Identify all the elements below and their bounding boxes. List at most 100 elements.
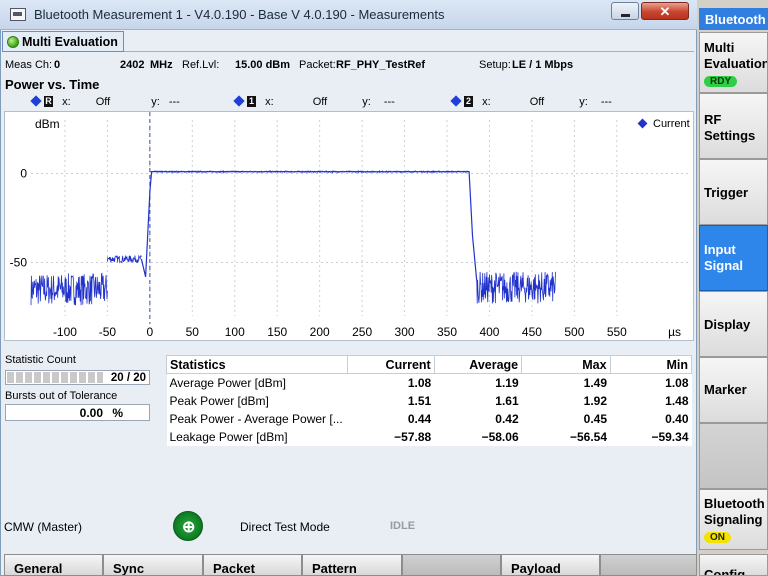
statistic-count-label: Statistic Count [5, 354, 76, 366]
marker-y-label: y: [579, 96, 588, 108]
chart-title: Power vs. Time [5, 77, 100, 92]
stats-cell: 0.40 [610, 409, 692, 428]
marker-x-value: Off [529, 96, 545, 108]
softkey-rf-settings[interactable]: RF Settings [699, 93, 768, 159]
marker-y-label: y: [151, 96, 160, 108]
marker-y-value: --- [168, 96, 180, 108]
softkey-label: Input Signal [704, 242, 744, 273]
stats-cell: −57.88 [347, 427, 435, 446]
softkey-payload[interactable]: Payload [501, 554, 600, 576]
x-tick-label: 300 [395, 325, 415, 339]
tab-multi-evaluation[interactable]: Multi Evaluation [2, 31, 124, 52]
legend-label: Current [653, 118, 690, 130]
y-tick-label: 0 [20, 166, 27, 180]
marker-r[interactable]: R x: Off y: --- [30, 95, 180, 108]
softkey-config[interactable]: Config [699, 554, 768, 576]
close-button[interactable]: ✕ [641, 2, 689, 20]
stats-cell: 1.61 [434, 391, 522, 410]
x-tick-label: 50 [186, 325, 200, 339]
bursts-tolerance-box: 0.00 % [5, 404, 150, 421]
softkey-empty[interactable] [600, 554, 697, 576]
stats-header: Average [433, 355, 523, 374]
ref-level-value: 15.00 dBm [235, 59, 291, 71]
statistics-table: Statistics Current Average Max Min Avera… [166, 355, 693, 446]
marker-badge: 1 [247, 96, 256, 107]
stats-header: Statistics [166, 355, 348, 374]
bursts-tolerance-unit: % [112, 406, 123, 420]
softkey-marker[interactable]: Marker [699, 357, 768, 423]
title-bar[interactable]: Bluetooth Measurement 1 - V4.0.190 - Bas… [0, 0, 697, 30]
stats-cell: 1.48 [610, 391, 692, 410]
marker-2[interactable]: 2 x: Off y: --- [450, 95, 612, 108]
window-title: Bluetooth Measurement 1 - V4.0.190 - Bas… [34, 7, 445, 22]
softkey-display[interactable]: Display [699, 291, 768, 357]
stats-cell: Peak Power [dBm] [166, 391, 348, 410]
marker-x-label: x: [62, 96, 71, 108]
softkey-general[interactable]: General [4, 554, 103, 576]
app-window-icon [10, 8, 26, 21]
stats-header: Current [346, 355, 435, 374]
stats-cell: Average Power [dBm] [166, 373, 348, 392]
table-row: Leakage Power [dBm] −57.88 −58.06 −56.54… [166, 427, 692, 446]
statistic-count-value: 20 / 20 [110, 372, 146, 384]
softkey-multi-evaluation[interactable]: Multi Evaluation RDY [699, 32, 768, 93]
stats-cell: −58.06 [434, 427, 522, 446]
x-tick-label: -100 [53, 325, 77, 339]
x-tick-label: -50 [99, 325, 117, 339]
ref-level-label: Ref.Lvl: [182, 59, 220, 71]
instrument-role: CMW (Master) [4, 520, 82, 534]
chart-canvas: -100 -50 0 50 100 150 200 250 300 350 400 450 500 550… [10, 112, 690, 339]
stats-cell: 1.49 [521, 373, 611, 392]
marker-1[interactable]: 1 x: Off y: --- [233, 95, 395, 108]
on-badge: ON [704, 532, 731, 543]
x-tick-label: 150 [267, 325, 287, 339]
table-row: Peak Power - Average Power [... 0.44 0.4… [166, 409, 692, 428]
legend-marker-icon [637, 118, 648, 129]
tab-label: Multi Evaluation [22, 35, 118, 49]
x-tick-label: 200 [310, 325, 330, 339]
softkey-trigger[interactable]: Trigger [699, 159, 768, 225]
table-row: Peak Power [dBm] 1.51 1.61 1.92 1.48 [166, 391, 692, 410]
stats-cell: −59.34 [610, 427, 692, 446]
close-icon: ✕ [659, 4, 671, 19]
stats-cell: 1.19 [434, 373, 522, 392]
table-row: Average Power [dBm] 1.08 1.19 1.49 1.08 [166, 373, 692, 392]
softkey-empty[interactable] [402, 554, 501, 576]
x-tick-label: 500 [564, 325, 584, 339]
meas-ch-label: Meas Ch: [5, 59, 53, 71]
stats-cell: 0.44 [347, 409, 435, 428]
stats-cell: Leakage Power [dBm] [166, 427, 348, 446]
marker-diamond-icon [233, 95, 245, 107]
status-led-icon [7, 36, 19, 48]
softkey-sync[interactable]: Sync [103, 554, 203, 576]
minimize-icon [621, 14, 630, 17]
softkey-pattern[interactable]: Pattern [302, 554, 402, 576]
y-tick-label: -50 [10, 256, 28, 270]
marker-x-label: x: [265, 96, 274, 108]
softkey-label: Bluetooth Signaling [704, 496, 765, 527]
setup-value: LE / 1 Mbps [512, 59, 574, 71]
packet-label: Packet: [299, 59, 336, 71]
marker-x-value: Off [95, 96, 111, 108]
x-tick-label: 0 [147, 325, 154, 339]
x-tick-label: 100 [225, 325, 245, 339]
softkey-bluetooth-signaling[interactable]: Bluetooth Signaling ON [699, 489, 768, 550]
softkey-input-signal[interactable]: Input Signal [699, 225, 768, 291]
marker-y-label: y: [362, 96, 371, 108]
power-vs-time-chart[interactable]: -100 -50 0 50 100 150 200 250 300 350 400 450 500 550… [4, 111, 694, 341]
minimize-button[interactable] [611, 2, 639, 20]
ready-badge: RDY [704, 76, 738, 87]
softkey-packet[interactable]: Packet [203, 554, 302, 576]
softkey-empty[interactable] [699, 423, 768, 489]
marker-badge: 2 [464, 96, 473, 107]
frequency-unit: MHz [150, 59, 173, 71]
tab-divider [124, 51, 694, 52]
bursts-tolerance-value: 0.00 [79, 406, 103, 420]
right-panel-header: Bluetooth [699, 8, 768, 30]
frequency-value: 2402 [120, 59, 145, 71]
series-trace-segment [476, 271, 557, 304]
antenna-glyph: ⊕ [182, 519, 196, 536]
marker-x-label: x: [482, 96, 491, 108]
series-trace-segment [30, 272, 108, 306]
stats-cell: Peak Power - Average Power [... [166, 409, 348, 428]
